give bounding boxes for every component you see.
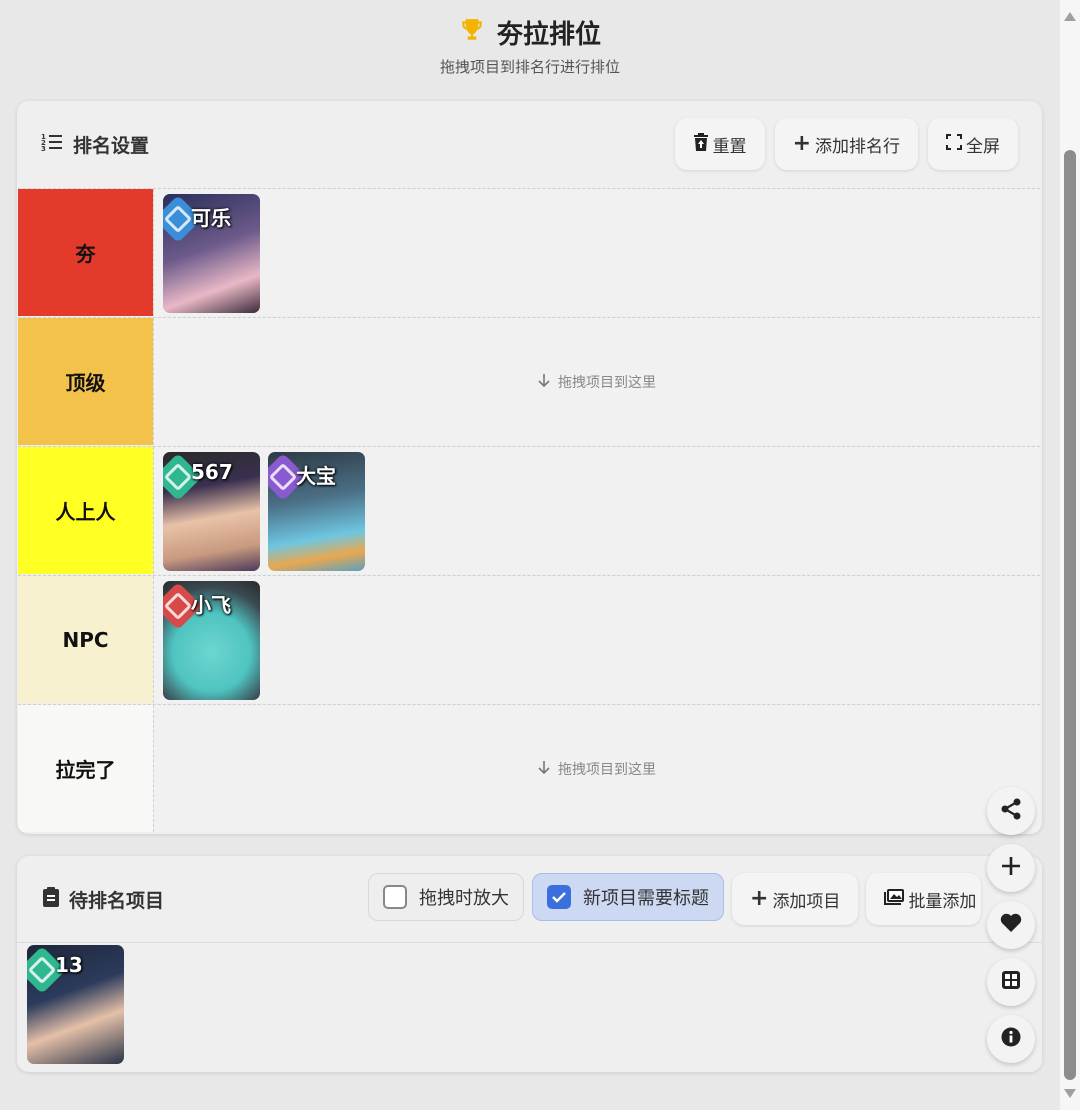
- batch-add-button-label: 批量添加: [908, 891, 977, 912]
- drop-hint-text: 拖拽项目到这里: [558, 374, 656, 391]
- tier-drop-zone[interactable]: 可乐: [153, 189, 1040, 316]
- ranking-settings-card: 123 排名设置 重置 + 添加排名行 全屏 夯 可乐 顶级 拖拽项目到这里 人…: [17, 101, 1042, 834]
- drop-hint: 拖拽项目到这里: [154, 372, 1040, 392]
- reset-button-label: 重置: [712, 136, 747, 157]
- zoom-on-drag-toggle[interactable]: 拖拽时放大: [368, 873, 524, 921]
- svg-text:3: 3: [41, 145, 46, 152]
- tier-drop-zone[interactable]: 拖拽项目到这里: [153, 318, 1040, 445]
- trophy-icon: [459, 17, 485, 47]
- require-title-checkbox[interactable]: [547, 885, 571, 909]
- page-header: 夯拉排位 拖拽项目到排名行进行排位: [0, 14, 1060, 77]
- tier-item[interactable]: 大宝: [268, 452, 365, 571]
- tier-drop-zone[interactable]: 小飞: [153, 576, 1040, 703]
- fullscreen-button[interactable]: 全屏: [928, 118, 1018, 170]
- scrollbar-thumb[interactable]: [1064, 150, 1076, 1080]
- add-button[interactable]: [987, 844, 1035, 892]
- page-title: 夯拉排位: [496, 19, 601, 50]
- add-row-button[interactable]: + 添加排名行: [774, 118, 918, 170]
- ranking-card-title-text: 排名设置: [73, 135, 150, 157]
- clipboard-icon: [43, 886, 59, 912]
- item-name: 小飞: [191, 593, 231, 617]
- tier-label-text: 夯: [75, 242, 96, 266]
- heart-icon: [1000, 913, 1022, 937]
- info-icon: [1001, 1027, 1021, 1051]
- pending-card-header: 待排名项目 拖拽时放大 新项目需要标题 + 添加项目 批量添加: [17, 856, 1042, 943]
- item-name: 567: [191, 460, 233, 484]
- fullscreen-button-label: 全屏: [966, 136, 1000, 157]
- favorite-button[interactable]: [987, 901, 1035, 949]
- page: 夯拉排位 拖拽项目到排名行进行排位 123 排名设置 重置 + 添加排名行 全屏…: [0, 0, 1060, 1110]
- pending-card-title-text: 待排名项目: [69, 889, 165, 912]
- tier-label[interactable]: 人上人: [18, 447, 153, 574]
- share-button[interactable]: [987, 787, 1035, 835]
- fullscreen-icon: [946, 133, 962, 155]
- reset-button[interactable]: 重置: [674, 118, 765, 170]
- tier-label-text: 拉完了: [55, 758, 116, 782]
- item-name: 可乐: [191, 206, 231, 230]
- page-subtitle: 拖拽项目到排名行进行排位: [439, 58, 620, 76]
- zoom-on-drag-checkbox[interactable]: [383, 885, 407, 909]
- tier-label[interactable]: 顶级: [18, 318, 153, 445]
- tier-label[interactable]: 夯: [18, 189, 153, 316]
- tier-label-text: NPC: [62, 627, 109, 652]
- drop-hint-text: 拖拽项目到这里: [558, 761, 656, 778]
- plus-icon: +: [792, 131, 811, 156]
- info-button[interactable]: [987, 1015, 1035, 1063]
- add-item-button[interactable]: + 添加项目: [732, 873, 859, 925]
- scroll-down-arrow-icon[interactable]: [1064, 1089, 1076, 1098]
- ordered-list-icon: 123: [41, 132, 63, 157]
- item-name: 大宝: [296, 464, 336, 488]
- batch-add-button[interactable]: 批量添加: [866, 873, 982, 925]
- pending-item[interactable]: 13: [27, 945, 124, 1064]
- tier-drop-zone[interactable]: 567 大宝: [153, 447, 1040, 574]
- tier-row: 拉完了 拖拽项目到这里: [18, 704, 1040, 832]
- zoom-on-drag-label: 拖拽时放大: [419, 888, 509, 909]
- item-name: 13: [55, 953, 83, 977]
- arrow-down-icon: [538, 373, 550, 391]
- tier-row: 顶级 拖拽项目到这里: [18, 317, 1040, 445]
- grid-icon: [1001, 970, 1021, 994]
- grid-button[interactable]: [987, 958, 1035, 1006]
- tier-drop-zone[interactable]: 拖拽项目到这里: [153, 705, 1040, 832]
- add-item-button-label: 添加项目: [772, 891, 841, 912]
- tier-row: 人上人 567 大宝: [18, 446, 1040, 574]
- tier-label[interactable]: 拉完了: [18, 705, 153, 832]
- tier-label-text: 人上人: [55, 500, 116, 524]
- add-row-button-label: 添加排名行: [815, 136, 900, 157]
- tier-row: NPC 小飞: [18, 575, 1040, 703]
- plus-icon: +: [750, 886, 769, 911]
- pending-items-card: 待排名项目 拖拽时放大 新项目需要标题 + 添加项目 批量添加 13: [17, 856, 1042, 1072]
- tier-row: 夯 可乐: [18, 188, 1040, 316]
- arrow-down-icon: [538, 760, 550, 778]
- pending-card-title: 待排名项目: [43, 886, 164, 913]
- ranking-card-title: 123 排名设置: [41, 131, 149, 158]
- tier-item[interactable]: 小飞: [163, 581, 260, 700]
- tier-label[interactable]: NPC: [18, 576, 153, 703]
- drop-hint: 拖拽项目到这里: [154, 759, 1040, 779]
- ranking-card-header: 123 排名设置 重置 + 添加排名行 全屏: [17, 101, 1042, 188]
- share-icon: [1000, 798, 1022, 824]
- require-title-label: 新项目需要标题: [583, 888, 709, 909]
- plus-icon: [1001, 856, 1021, 880]
- require-title-toggle[interactable]: 新项目需要标题: [532, 873, 724, 921]
- check-icon: [552, 892, 566, 903]
- tier-item[interactable]: 567: [163, 452, 260, 571]
- images-icon: [884, 888, 905, 910]
- vertical-scrollbar[interactable]: [1060, 0, 1080, 1110]
- trash-icon: [693, 132, 709, 156]
- tier-item[interactable]: 可乐: [163, 194, 260, 313]
- tier-label-text: 顶级: [65, 371, 106, 395]
- scroll-up-arrow-icon[interactable]: [1064, 12, 1076, 21]
